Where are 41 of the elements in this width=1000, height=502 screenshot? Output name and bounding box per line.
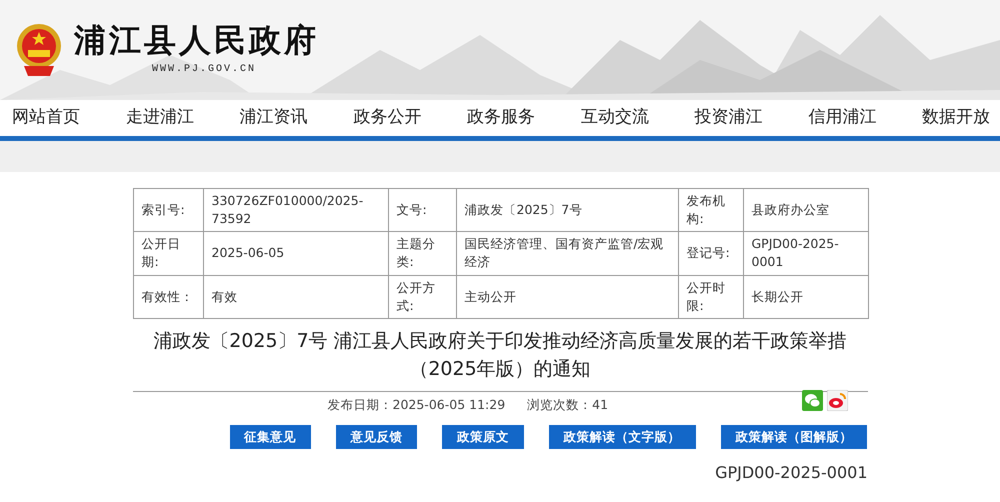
nav-link[interactable]: 政务公开 [353,105,422,131]
field-label: 公开时限: [678,275,743,318]
nav-link[interactable]: 走进浦江 [126,105,194,131]
field-value: 330726ZF010000/2025-73592 [203,188,388,232]
publish-date: 发布日期：2025-06-05 11:29 [328,396,506,414]
registration-number: GPJD00-2025-0001 [714,462,868,484]
field-label: 公开日期: [133,232,203,275]
field-value: 长期公开 [743,275,868,318]
action-button[interactable]: 征集意见 [230,424,311,448]
field-label: 有效性： [133,275,203,318]
nav-link[interactable]: 数据开放 [922,105,990,131]
view-count: 浏览次数：41 [527,396,608,414]
field-label: 索引号: [133,188,203,232]
emblem-icon [14,22,64,78]
field-value: 2025-06-05 [203,232,388,275]
weibo-icon[interactable] [826,390,848,411]
field-label: 主题分类: [388,232,456,275]
field-value: 主动公开 [456,275,678,318]
field-value: 国民经济管理、国有资产监管/宏观经济 [456,232,678,275]
nav-link[interactable]: 互动交流 [580,105,649,131]
field-label: 登记号: [678,232,743,275]
site-url: WWW.PJ.GOV.CN [152,62,258,76]
site-title: 浦江县人民政府 [74,24,319,56]
nav-link[interactable]: 信用浦江 [808,105,876,131]
action-button[interactable]: 政策解读（文字版） [548,424,696,448]
nav-link[interactable]: 浦江资讯 [240,105,308,131]
field-label: 文号: [388,188,456,232]
wechat-icon[interactable] [802,390,822,411]
nav-link[interactable]: 政务服务 [467,105,535,131]
action-button[interactable]: 政策解读（图解版） [720,424,868,448]
article-title: 浦政发〔2025〕7号 浦江县人民政府关于印发推动经济高质量发展的若干政策举措（2025年版）的通知 [152,328,848,382]
nav-link[interactable]: 网站首页 [12,105,80,131]
nav-link[interactable]: 投资浦江 [694,105,762,131]
action-button[interactable]: 政策原文 [442,424,524,448]
field-value: 浦政发〔2025〕7号 [456,188,678,232]
field-label: 发布机构: [678,188,743,232]
field-value: GPJD00-2025-0001 [743,232,868,275]
field-value: 有效 [203,275,388,318]
field-value: 县政府办公室 [743,188,868,232]
field-label: 公开方式: [388,275,456,318]
action-button[interactable]: 意见反馈 [336,424,418,448]
